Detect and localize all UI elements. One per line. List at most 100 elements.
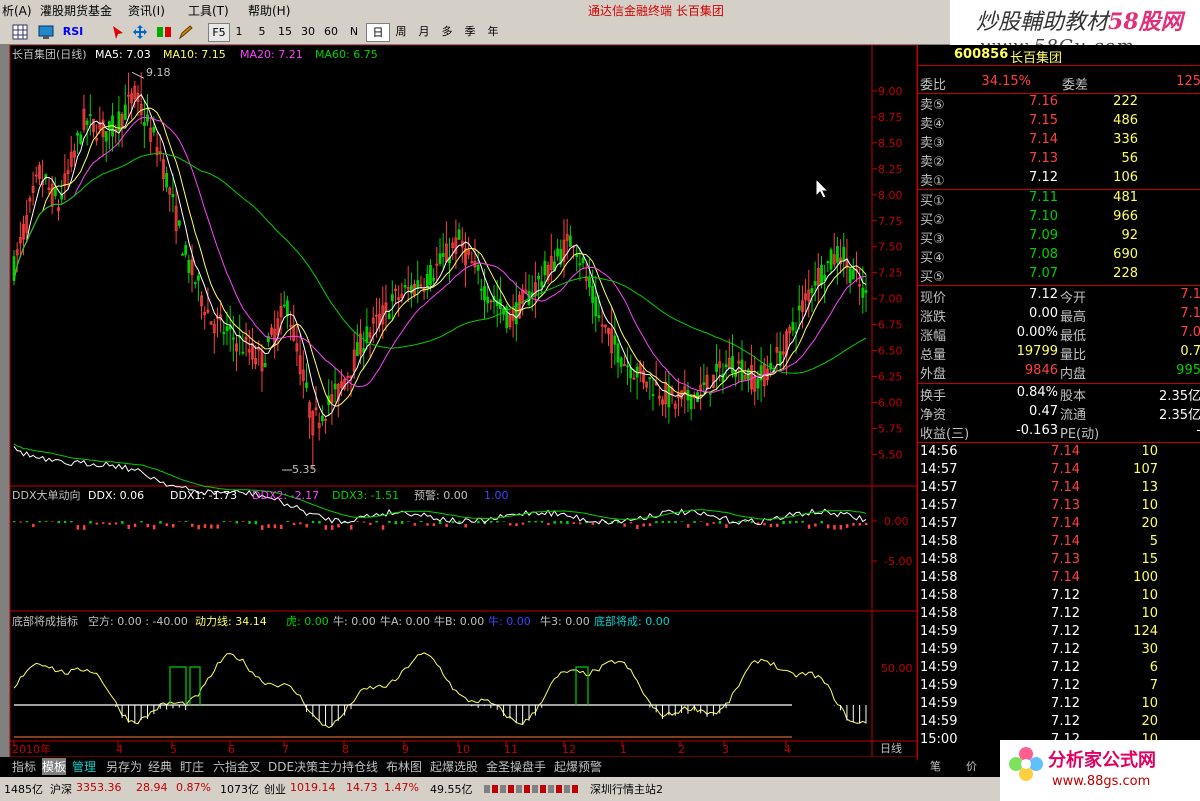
ddx-bar [184,521,188,523]
menu-info[interactable]: 资讯(I) [128,2,165,19]
ddx-bar [839,525,843,530]
ddx-bar [744,521,747,523]
indicator-tab[interactable]: 指标 [12,758,36,775]
ddx-bar [191,523,194,527]
ma5-label: MA5: 7.03 [95,48,151,61]
ddx-bar [699,521,703,522]
indicator-tab[interactable]: 金圣操盘手 [486,758,546,775]
ddx3-value: DDX3: -1.51 [332,489,399,502]
ddx-bar [248,521,251,524]
f5-button[interactable]: F5 [208,23,230,42]
xtick-label: 2 [678,743,685,756]
xtick-label: 11 [504,743,518,756]
panel-tab[interactable]: 笔 [930,758,941,774]
indicator-tab[interactable]: 管理 [72,758,96,775]
xtick-label: 8 [342,743,349,756]
candle-body [403,284,407,288]
ddx-bar [108,522,111,525]
niu-value: 牛: 0.00 [333,614,376,628]
candle-body [543,260,547,276]
period-season[interactable]: 季 [459,23,481,40]
candle-body [225,326,229,332]
ytick-label: 5.50 [878,448,903,461]
candle-body [181,253,184,256]
ddx-bar [197,524,200,530]
period-month[interactable]: 月 [413,23,435,40]
candle-body [165,173,168,188]
panel-tab[interactable]: 价 [966,758,977,774]
indicator-tab[interactable]: 主力持仓线 [318,758,378,775]
indicator-tab[interactable]: 六指金叉 [213,758,261,775]
period-60[interactable]: 60 [320,23,342,40]
ddx-bar [496,521,499,523]
indicator-tab[interactable]: 模板 [42,758,67,775]
cursor-icon[interactable] [110,24,126,40]
candle-body [286,300,289,317]
signal-bar [508,785,514,793]
indicator-tab[interactable]: 另存为 [106,758,142,775]
dongli-value: 动力线: 34.14 [195,614,267,628]
indicator-tab[interactable]: 起爆预警 [554,758,602,775]
ddx-bar [292,522,296,526]
ddx-bar [159,521,162,524]
period-week[interactable]: 周 [390,23,412,40]
candle-body [365,326,369,343]
ddx-bar [502,521,506,522]
pen-icon[interactable] [178,24,194,40]
ddx-bar [63,521,67,523]
stat-row: 涨幅 0.00% 最低 7.0 [920,325,1200,344]
candle-body [667,386,671,408]
indicator-tab[interactable]: 经典 [148,758,172,775]
compare-icon[interactable] [156,24,172,40]
period-year[interactable]: 年 [482,23,504,40]
indicator-tab[interactable]: DDE决策 [268,758,318,775]
indicator-tab[interactable]: 起爆选股 [430,758,478,775]
candle-body [724,364,728,368]
menu-analysis[interactable]: 析(A) [2,2,32,19]
xtick-label: 9 [402,743,409,756]
candle-body [619,357,623,367]
tick-row: 14:57 7.14 107 [920,462,1158,477]
ddx-bar [413,523,417,526]
menu-futures[interactable]: 灌股期货基金 [40,2,112,19]
period-n[interactable]: N [343,23,365,40]
sell-level-row: 卖① 7.12 106 [920,170,1138,189]
ddx-warn: 预警: 0.00 [414,488,468,502]
buy-level-row: 买② 7.10 966 [920,209,1138,228]
ytick-label: 8.00 [878,189,903,202]
ddx-bar [489,521,493,523]
menu-help[interactable]: 帮助(H) [248,2,290,19]
indicator-tab[interactable]: 布林图 [386,758,422,775]
move-icon[interactable] [132,24,148,40]
period-multi[interactable]: 多 [436,23,458,40]
panel-divider [918,285,1200,286]
candle-body [390,294,394,302]
ma-lines [13,71,867,471]
indicator-tab[interactable]: 盯庄 [180,758,204,775]
kline-chart[interactable]: 9.00 8.75 8.50 8.25 8.00 7.75 7.50 7.25 7.00 6.75… [0,45,917,760]
period-15[interactable]: 15 [274,23,296,40]
rsi-icon[interactable]: RSI [62,23,84,40]
candle-body [441,253,445,257]
grid-icon[interactable] [12,24,28,40]
ddx-bar [845,524,849,528]
candle-body [756,378,760,389]
tick-row: 14:59 7.12 20 [920,714,1158,729]
monitor-icon[interactable] [38,24,54,40]
ddx-bar [833,525,836,530]
ytick-label: 8.75 [878,111,903,124]
ma10-label: MA10: 7.15 [163,48,226,61]
hu-signal [575,666,589,705]
period-1[interactable]: 1 [228,23,250,40]
ddx-bar [57,521,61,524]
candle-body [184,245,188,255]
ddx-bar [769,523,773,528]
ddx-bar [515,523,518,527]
menu-tools[interactable]: 工具(T) [188,2,229,19]
ddx-bar [388,521,391,523]
period-30[interactable]: 30 [297,23,319,40]
period-5[interactable]: 5 [251,23,273,40]
ddx-bar [464,523,467,528]
high-marker [131,71,145,79]
period-day[interactable]: 日 [366,23,390,42]
